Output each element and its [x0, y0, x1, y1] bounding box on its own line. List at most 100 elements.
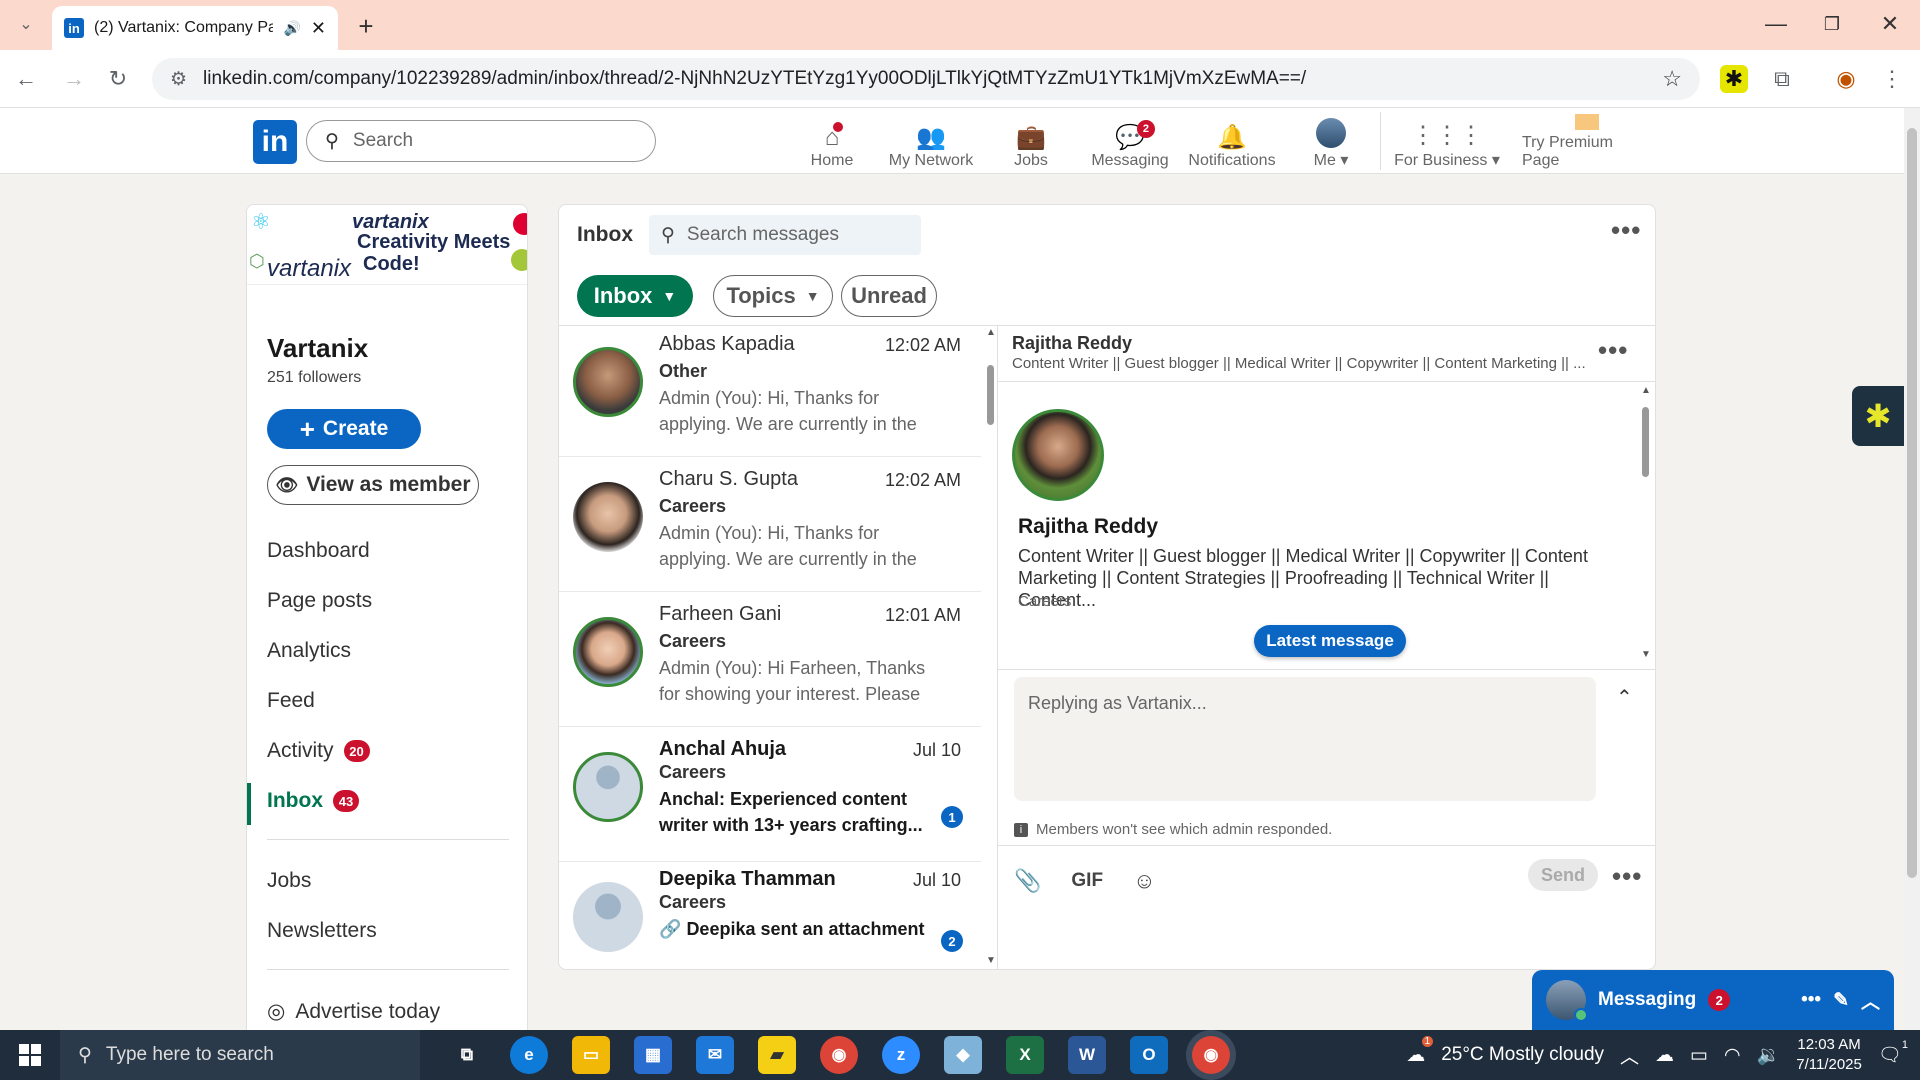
- nav-messaging[interactable]: 💬 2 Messaging: [1090, 114, 1170, 170]
- avatar[interactable]: [1012, 409, 1104, 501]
- emoji-icon[interactable]: ☺: [1133, 868, 1155, 894]
- menu-dashboard[interactable]: Dashboard: [267, 539, 370, 563]
- chevron-up-icon[interactable]: ︿: [1620, 1042, 1639, 1069]
- restore-icon[interactable]: ❐: [1814, 6, 1850, 42]
- filter-unread-pill[interactable]: Unread: [841, 275, 937, 317]
- file-explorer-icon[interactable]: ▭: [572, 1036, 610, 1074]
- clock[interactable]: 12:03 AM 7/11/2025: [1796, 1035, 1862, 1075]
- scroll-up-icon[interactable]: ▲: [986, 327, 996, 338]
- conversation-item[interactable]: Abbas Kapadia 12:02 AM Other Admin (You)…: [559, 325, 981, 457]
- scroll-thumb[interactable]: [1642, 407, 1649, 477]
- advertise-link[interactable]: ◎ Advertise today: [267, 999, 440, 1024]
- inbox-more-icon[interactable]: •••: [1611, 215, 1641, 246]
- chrome-icon[interactable]: ◉: [820, 1036, 858, 1074]
- speaker-icon[interactable]: 🔊: [283, 20, 300, 37]
- compose-icon[interactable]: ✎: [1833, 989, 1849, 1012]
- chrome-active-icon[interactable]: ◉: [1192, 1036, 1230, 1074]
- reply-textarea[interactable]: Replying as Vartanix...: [1014, 677, 1596, 801]
- back-icon[interactable]: ←: [8, 61, 44, 97]
- menu-analytics[interactable]: Analytics: [267, 639, 351, 663]
- chevron-up-icon[interactable]: ︿: [1861, 987, 1880, 1014]
- menu-activity[interactable]: Activity 20: [267, 739, 370, 763]
- scroll-thumb[interactable]: [987, 365, 994, 425]
- address-bar[interactable]: ⚙ linkedin.com/company/102239289/admin/i…: [152, 58, 1700, 100]
- menu-jobs[interactable]: Jobs: [267, 869, 311, 893]
- bookmark-star-icon[interactable]: ☆: [1662, 66, 1682, 92]
- new-tab-icon[interactable]: +: [348, 8, 384, 44]
- conversation-item[interactable]: Anchal Ahuja Jul 10 Careers Anchal: Expe…: [559, 730, 981, 862]
- excel-icon[interactable]: X: [1006, 1036, 1044, 1074]
- nav-me[interactable]: Me ▾: [1306, 114, 1356, 170]
- weather-text[interactable]: 25°C Mostly cloudy: [1441, 1044, 1604, 1066]
- global-search-input[interactable]: ⚲ Search: [306, 120, 656, 162]
- tab-search-icon[interactable]: ⌄: [8, 6, 44, 42]
- app-icon[interactable]: ◆: [944, 1036, 982, 1074]
- messaging-widget[interactable]: Messaging 2 ••• ✎ ︿: [1532, 970, 1894, 1030]
- nav-home[interactable]: ⌂ Home: [808, 114, 856, 170]
- outlook-icon[interactable]: O: [1130, 1036, 1168, 1074]
- browser-menu-icon[interactable]: ⋮: [1874, 61, 1910, 97]
- notification-center-icon[interactable]: 🗨 1: [1878, 1039, 1908, 1067]
- create-button[interactable]: + Create: [267, 409, 421, 449]
- taskbar-search-input[interactable]: ⚲ Type here to search: [60, 1030, 420, 1080]
- filter-inbox-pill[interactable]: Inbox ▼: [577, 275, 693, 317]
- windows-start-icon[interactable]: [0, 1030, 60, 1080]
- extension-asterisk-icon[interactable]: ✱: [1720, 65, 1748, 93]
- send-button[interactable]: Send: [1528, 859, 1598, 891]
- conversation-item[interactable]: Charu S. Gupta 12:02 AM Careers Admin (Y…: [559, 460, 981, 592]
- menu-page-posts[interactable]: Page posts: [267, 589, 372, 613]
- edge-icon[interactable]: e: [510, 1036, 548, 1074]
- minimize-icon[interactable]: —: [1758, 6, 1794, 42]
- scroll-down-icon[interactable]: ▼: [986, 955, 996, 966]
- profile-icon[interactable]: ◉: [1828, 61, 1864, 97]
- browser-tab[interactable]: in (2) Vartanix: Company Page 🔊 ✕: [52, 6, 338, 50]
- gif-button[interactable]: GIF: [1071, 870, 1103, 892]
- mail-icon[interactable]: ✉: [696, 1036, 734, 1074]
- onedrive-icon[interactable]: ☁: [1655, 1044, 1674, 1067]
- more-icon[interactable]: •••: [1801, 989, 1821, 1011]
- extensions-puzzle-icon[interactable]: ⧉: [1764, 61, 1800, 97]
- zoom-icon[interactable]: z: [882, 1036, 920, 1074]
- message-search-input[interactable]: ⚲ Search messages: [649, 215, 921, 255]
- store-icon[interactable]: ▦: [634, 1036, 672, 1074]
- battery-icon[interactable]: ▭: [1690, 1044, 1708, 1067]
- scroll-up-icon[interactable]: ▲: [1641, 385, 1651, 396]
- company-name[interactable]: Vartanix: [267, 333, 368, 364]
- side-extension-icon[interactable]: ✱: [1852, 386, 1904, 446]
- nav-for-business[interactable]: ⋮⋮⋮ For Business ▾: [1392, 114, 1502, 170]
- profile-name[interactable]: Rajitha Reddy: [1018, 515, 1158, 539]
- menu-feed[interactable]: Feed: [267, 689, 315, 713]
- reload-icon[interactable]: ↻: [100, 61, 136, 97]
- expand-composer-icon[interactable]: ⌃: [1616, 685, 1633, 710]
- forward-icon[interactable]: →: [56, 61, 92, 97]
- page-scroll-thumb[interactable]: [1907, 128, 1917, 878]
- latest-message-button[interactable]: Latest message: [1254, 625, 1406, 657]
- word-icon[interactable]: W: [1068, 1036, 1106, 1074]
- nav-jobs[interactable]: 💼 Jobs: [1006, 114, 1056, 170]
- conversation-scrollbar[interactable]: ▲ ▼: [983, 325, 997, 969]
- wifi-icon[interactable]: ◠: [1724, 1044, 1741, 1067]
- conversation-item[interactable]: Farheen Gani 12:01 AM Careers Admin (You…: [559, 595, 981, 727]
- nav-try-premium[interactable]: Try Premium Page: [1522, 114, 1652, 170]
- page-scrollbar[interactable]: [1904, 108, 1920, 1030]
- weather-icon[interactable]: ☁ 1: [1406, 1035, 1434, 1067]
- view-as-member-button[interactable]: 👁 View as member: [267, 465, 479, 505]
- task-view-icon[interactable]: ⧉: [448, 1036, 486, 1074]
- conversation-item[interactable]: Deepika Thamman Jul 10 Careers 🔗 Deepika…: [559, 860, 981, 969]
- volume-icon[interactable]: 🔉: [1757, 1043, 1781, 1067]
- nav-my-network[interactable]: 👥 My Network: [886, 114, 976, 170]
- sticky-notes-icon[interactable]: ▰: [758, 1036, 796, 1074]
- filter-topics-pill[interactable]: Topics ▼: [713, 275, 833, 317]
- site-info-icon[interactable]: ⚙: [170, 68, 187, 91]
- scroll-down-icon[interactable]: ▼: [1641, 649, 1651, 660]
- menu-newsletters[interactable]: Newsletters: [267, 919, 377, 943]
- composer-more-icon[interactable]: •••: [1612, 861, 1642, 892]
- nav-notifications[interactable]: 🔔 Notifications: [1186, 114, 1278, 170]
- thread-more-icon[interactable]: •••: [1598, 335, 1628, 366]
- paperclip-icon[interactable]: 📎: [1014, 868, 1041, 894]
- close-window-icon[interactable]: ✕: [1872, 6, 1908, 42]
- thread-header-name[interactable]: Rajitha Reddy: [1012, 333, 1132, 354]
- linkedin-logo-icon[interactable]: in: [253, 120, 297, 164]
- menu-inbox[interactable]: Inbox 43: [267, 789, 359, 813]
- close-tab-icon[interactable]: ✕: [311, 18, 326, 39]
